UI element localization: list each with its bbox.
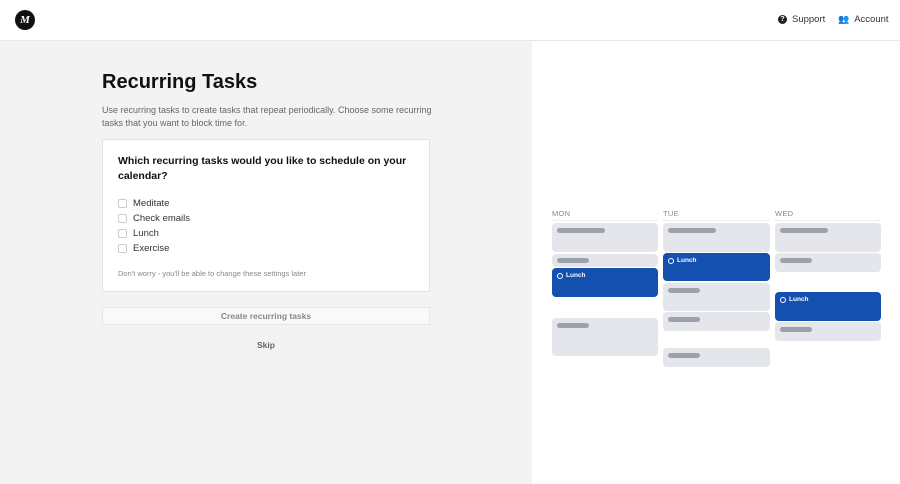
check-circle-icon — [668, 257, 674, 264]
placeholder-event — [552, 223, 658, 252]
placeholder-event — [775, 253, 881, 272]
checkbox[interactable] — [118, 229, 127, 238]
day-tue: TUE — [663, 209, 679, 218]
placeholder-event — [663, 312, 770, 331]
task-selection-card: Which recurring tasks would you like to … — [102, 139, 430, 292]
placeholder-event — [663, 283, 770, 311]
option-lunch[interactable]: Lunch — [118, 228, 159, 239]
lunch-event: Lunch — [663, 253, 770, 281]
placeholder-event — [552, 254, 658, 267]
page-description: Use recurring tasks to create tasks that… — [102, 105, 432, 128]
option-label: Check emails — [133, 213, 191, 224]
question: Which recurring tasks would you like to … — [118, 155, 407, 182]
placeholder-event — [663, 348, 770, 367]
skip-button[interactable]: Skip — [250, 340, 282, 350]
check-circle-icon — [780, 296, 786, 303]
divider — [663, 220, 770, 221]
placeholder-event — [663, 223, 770, 252]
lunch-event: Lunch — [552, 268, 658, 297]
option-label: Meditate — [133, 198, 170, 209]
support-label: Support — [792, 14, 826, 25]
check-circle-icon — [557, 272, 563, 279]
placeholder-event — [775, 322, 881, 341]
option-meditate[interactable]: Meditate — [118, 198, 169, 209]
support-link[interactable]: ? Support — [778, 14, 825, 25]
lunch-event: Lunch — [775, 292, 881, 321]
logo[interactable]: M — [15, 10, 35, 30]
page-title: Recurring Tasks — [102, 71, 258, 93]
option-check-emails[interactable]: Check emails — [118, 213, 190, 224]
day-wed: WED — [775, 209, 794, 218]
top-bar: M ? Support 👥 Account — [0, 0, 900, 41]
account-label: Account — [854, 14, 889, 25]
event-label: Lunch — [789, 296, 809, 303]
option-exercise[interactable]: Exercise — [118, 243, 169, 254]
placeholder-event — [775, 223, 881, 252]
option-label: Exercise — [133, 243, 170, 254]
event-label: Lunch — [677, 257, 697, 264]
placeholder-event — [552, 318, 658, 356]
create-recurring-tasks-button[interactable]: Create recurring tasks — [102, 307, 430, 325]
day-mon: MON — [552, 209, 571, 218]
event-label: Lunch — [566, 272, 586, 279]
divider — [775, 220, 881, 221]
checkbox[interactable] — [118, 214, 127, 223]
checkbox[interactable] — [118, 199, 127, 208]
account-link[interactable]: 👥 Account — [838, 14, 889, 25]
help-icon: ? — [778, 15, 787, 24]
users-icon: 👥 — [838, 14, 850, 24]
checkbox[interactable] — [118, 244, 127, 253]
divider — [552, 220, 658, 221]
settings-note: Don't worry - you'll be able to change t… — [118, 269, 306, 278]
option-label: Lunch — [133, 228, 159, 239]
